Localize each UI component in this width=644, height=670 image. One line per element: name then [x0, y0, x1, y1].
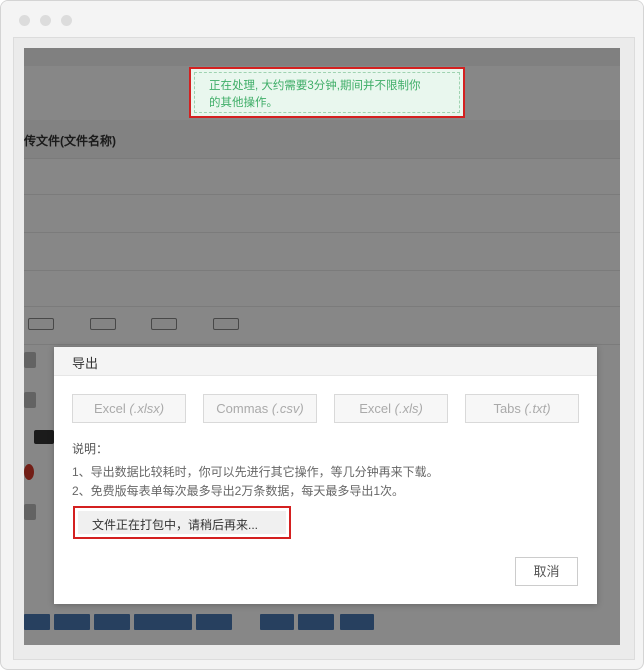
export-xlsx-ext: (.xlsx): [129, 401, 165, 416]
window-maximize-dot[interactable]: [61, 15, 72, 26]
export-dialog: 导出 Excel (.xlsx) Commas (.csv) Excel (.x…: [54, 347, 597, 604]
description-line-2: 2、免费版每表单每次最多导出2万条数据，每天最多导出1次。: [72, 484, 405, 498]
packing-status-box: 文件正在打包中，请稍后再来...: [73, 506, 291, 539]
description-title: 说明：: [72, 442, 109, 456]
toast-line-1: 正在处理, 大约需要3分钟,期间并不限制你: [209, 80, 421, 92]
window-titlebar: [1, 1, 643, 37]
export-txt-ext: (.txt): [524, 401, 551, 416]
processing-toast: 正在处理, 大约需要3分钟,期间并不限制你 的其他操作。: [189, 67, 465, 118]
toast-line-2: 的其他操作。: [209, 97, 278, 109]
packing-status-text: 文件正在打包中，请稍后再来...: [78, 511, 286, 534]
dialog-title: 导出: [54, 347, 597, 376]
cancel-button[interactable]: 取消: [515, 557, 578, 586]
export-csv-button[interactable]: Commas (.csv): [203, 394, 317, 423]
export-csv-ext: (.csv): [271, 401, 304, 416]
description-line-1: 1、导出数据比较耗时，你可以先进行其它操作，等几分钟再来下载。: [72, 465, 439, 479]
toast-message: 正在处理, 大约需要3分钟,期间并不限制你 的其他操作。: [194, 72, 460, 113]
export-xlsx-label: Excel: [93, 401, 126, 416]
window-minimize-dot[interactable]: [40, 15, 51, 26]
export-txt-button[interactable]: Tabs (.txt): [465, 394, 579, 423]
export-xls-label: Excel: [359, 401, 391, 416]
export-xlsx-button[interactable]: Excel (.xlsx): [72, 394, 186, 423]
export-csv-label: Commas: [216, 401, 269, 416]
window-close-dot[interactable]: [19, 15, 30, 26]
export-xls-ext: (.xls): [394, 401, 423, 416]
export-xls-button[interactable]: Excel (.xls): [334, 394, 448, 423]
export-txt-label: Tabs: [493, 401, 521, 416]
